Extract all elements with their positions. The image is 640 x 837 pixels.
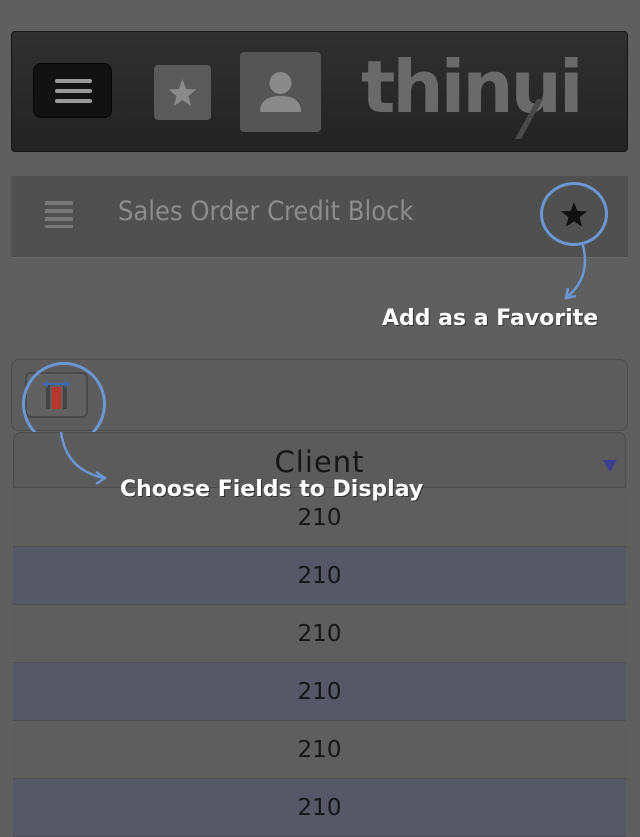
sort-down-icon[interactable] <box>602 459 618 473</box>
logo-slash-mark <box>515 99 543 139</box>
fields-annotation: Choose Fields to Display <box>120 477 424 502</box>
add-favorite-button[interactable] <box>540 182 608 246</box>
table-cell-client: 210 <box>297 679 342 705</box>
table-cell-client: 210 <box>297 621 342 647</box>
hamburger-icon-bar <box>55 79 92 83</box>
favorite-annotation-arrow <box>564 241 587 300</box>
table-row[interactable]: 210 <box>13 605 626 663</box>
table-body: 210 210 210 210 210 210 <box>13 489 626 837</box>
grid-toolbar <box>11 359 628 446</box>
table-row[interactable]: 210 <box>13 663 626 721</box>
list-icon[interactable] <box>45 198 75 228</box>
table-cell-client: 210 <box>297 505 342 531</box>
table-row[interactable]: 210 <box>13 721 626 779</box>
main-menu-button[interactable] <box>33 63 112 118</box>
main-content: Client 210 210 210 210 210 210 <box>11 258 628 837</box>
choose-fields-button[interactable] <box>22 362 106 446</box>
star-icon <box>168 79 197 106</box>
logo-text: thinui <box>361 45 584 129</box>
table-cell-client: 210 <box>297 737 342 763</box>
fields-annotation-arrow <box>59 431 108 486</box>
thinui-logo: thinui <box>361 37 621 139</box>
user-profile-button[interactable] <box>240 52 321 132</box>
page-title: Sales Order Credit Block <box>118 196 414 227</box>
favorite-annotation: Add as a Favorite <box>382 306 599 331</box>
hamburger-icon-bar <box>55 99 92 103</box>
table-row[interactable]: 210 <box>13 547 626 605</box>
hamburger-icon-bar <box>55 89 92 93</box>
page-header: Sales Order Credit Block <box>11 176 628 258</box>
table-cell-client: 210 <box>297 563 342 589</box>
user-icon <box>260 72 301 112</box>
table-row[interactable]: 210 <box>13 779 626 837</box>
app-header: thinui <box>11 31 628 152</box>
annotation-highlight-ring <box>540 182 608 246</box>
table-cell-client: 210 <box>297 795 342 821</box>
favorites-button[interactable] <box>154 65 211 120</box>
